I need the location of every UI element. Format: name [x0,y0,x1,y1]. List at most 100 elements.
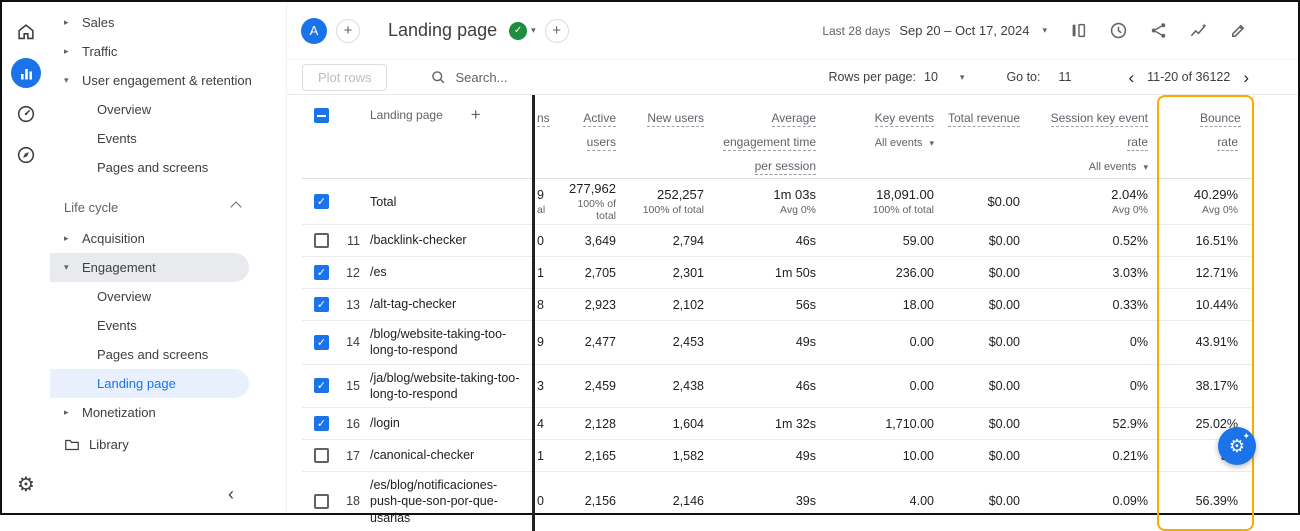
key-events-column-header[interactable]: Key events All events ▾ [828,95,946,150]
row-checkbox[interactable] [314,265,329,280]
sidebar-item-pages-and-screens[interactable]: Pages and screens [50,153,286,182]
goto-input[interactable]: 11 [1048,70,1081,84]
landing-page-column-header[interactable]: Landing page + [370,95,532,122]
new-users-value: 2,301 [628,266,716,280]
expand-arrow-icon: ▸ [64,407,73,418]
insights-button[interactable] [1189,21,1208,40]
report-status-icon[interactable]: ✓ [509,22,527,40]
add-comparison-button[interactable]: + [336,19,360,43]
report-table: Landing page + ns Active users New users… [302,95,1254,531]
home-nav-button[interactable] [10,16,42,48]
lifecycle-section-header[interactable]: Life cycle [50,190,286,224]
row-checkbox[interactable] [314,448,329,463]
data-freshness-button[interactable] [1109,21,1128,40]
advertising-icon [15,103,37,125]
sessions-clipped-value: 1 [532,449,558,463]
explore-nav-button[interactable] [10,139,42,171]
active-users-column-header[interactable]: Active users [558,95,628,154]
sidebar-item-library[interactable]: Library [50,430,286,459]
admin-button[interactable]: ⚙ [10,469,42,501]
sidebar-item-user-engagement-retention[interactable]: ▾ User engagement & retention [50,66,286,95]
select-all-checkbox[interactable] [314,108,329,123]
sidebar-item-events[interactable]: Events [50,311,286,340]
pinned-column-divider[interactable] [532,95,535,531]
landing-page-value[interactable]: /es/blog/notificaciones-push-que-son-por… [370,472,532,531]
key-events-filter[interactable]: All events ▾ [828,137,934,150]
landing-page-value[interactable]: /ja/blog/website-taking-too-long-to-resp… [370,365,532,408]
account-avatar[interactable]: A [301,18,327,44]
sidebar-item-events[interactable]: Events [50,124,286,153]
new-users-value: 1,604 [628,417,716,431]
row-number: 18 [342,494,370,508]
landing-page-value[interactable]: /login [370,410,532,436]
sidebar-item-acquisition[interactable]: ▸ Acquisition [50,224,286,253]
landing-page-value[interactable]: /canonical-checker [370,442,532,468]
sidebar-item-landing-page[interactable]: Landing page [50,369,249,398]
goto-label: Go to: [1006,70,1040,84]
caret-down-icon: ▾ [1143,162,1148,172]
session-key-event-rate-column-header[interactable]: Session key event rate All events ▾ [1032,95,1160,174]
sessions-column-header-clipped[interactable]: ns [532,95,558,130]
landing-page-value[interactable]: /alt-tag-checker [370,291,532,317]
row-checkbox[interactable] [314,378,329,393]
search-input[interactable] [455,70,605,85]
collapse-sidebar-icon[interactable]: ‹ [228,485,234,503]
sidebar-item-engagement[interactable]: ▾ Engagement [50,253,249,282]
landing-page-value[interactable]: /blog/website-taking-too-long-to-respond [370,321,532,364]
status-caret-icon[interactable]: ▾ [531,25,536,36]
session-rate-total: 2.04%Avg 0% [1032,187,1160,216]
total-revenue-column-header[interactable]: Total revenue [946,95,1032,130]
sidebar-item-label: Pages and screens [97,347,208,362]
key-events-value: 59.00 [828,234,946,248]
avg-engagement-column-header[interactable]: Average engagement time per session [716,95,828,178]
row-checkbox[interactable] [314,335,329,350]
new-users-value: 2,438 [628,379,716,393]
plot-rows-button[interactable]: Plot rows [302,64,387,91]
sidebar-item-overview[interactable]: Overview [50,95,286,124]
bounce-rate-value: 38.17% [1160,379,1254,393]
new-users-value: 2,794 [628,234,716,248]
session-rate-value: 3.03% [1032,266,1160,280]
sidebar-item-pages-and-screens[interactable]: Pages and screens [50,340,286,369]
advertising-nav-button[interactable] [10,98,42,130]
row-number: 13 [342,298,370,312]
sidebar-item-monetization[interactable]: ▸ Monetization [50,398,286,427]
landing-page-value[interactable]: /es [370,259,532,285]
key-events-value: 4.00 [828,494,946,508]
key-events-value: 18.00 [828,298,946,312]
sidebar-item-sales[interactable]: ▸ Sales [50,8,286,37]
row-checkbox[interactable] [314,297,329,312]
reports-nav-button[interactable] [10,57,42,89]
row-checkbox[interactable] [314,416,329,431]
share-icon [1149,21,1168,40]
share-button[interactable] [1149,21,1168,40]
total-revenue-total: $0.00 [946,194,1032,209]
new-users-total: 252,257100% of total [628,187,716,216]
edit-button[interactable] [1229,21,1248,40]
landing-page-value[interactable]: /backlink-checker [370,227,532,253]
new-users-column-header[interactable]: New users [628,95,716,130]
row-checkbox[interactable] [314,494,329,509]
bounce-rate-column-header[interactable]: Bounce rate [1160,95,1254,154]
session-rate-filter[interactable]: All events ▾ [1032,161,1148,174]
rows-per-page-select[interactable]: 10 ▾ [924,70,964,84]
total-row-checkbox[interactable] [314,194,329,209]
sessions-clipped-value: 3 [532,379,558,393]
key-events-total: 18,091.00100% of total [828,187,946,216]
previous-page-icon[interactable]: ‹ [1123,69,1139,86]
insights-fab-button[interactable]: ⚙ ✦ [1218,427,1256,465]
date-range-picker[interactable]: Last 28 days Sep 20 – Oct 17, 2024 ▾ [822,23,1047,38]
compare-button[interactable] [1069,21,1088,40]
sidebar-item-overview[interactable]: Overview [50,282,286,311]
explore-icon [15,144,37,166]
key-events-value: 10.00 [828,449,946,463]
add-dimension-icon[interactable]: + [471,108,481,122]
gear-icon: ⚙ [17,475,35,495]
sidebar-item-traffic[interactable]: ▸ Traffic [50,37,286,66]
add-tab-button[interactable]: + [545,19,569,43]
total-revenue-value: $0.00 [946,266,1032,280]
sidebar-item-label: Events [97,131,137,146]
next-page-icon[interactable]: › [1238,69,1254,86]
row-checkbox[interactable] [314,233,329,248]
avg-engagement-value: 49s [716,449,828,463]
